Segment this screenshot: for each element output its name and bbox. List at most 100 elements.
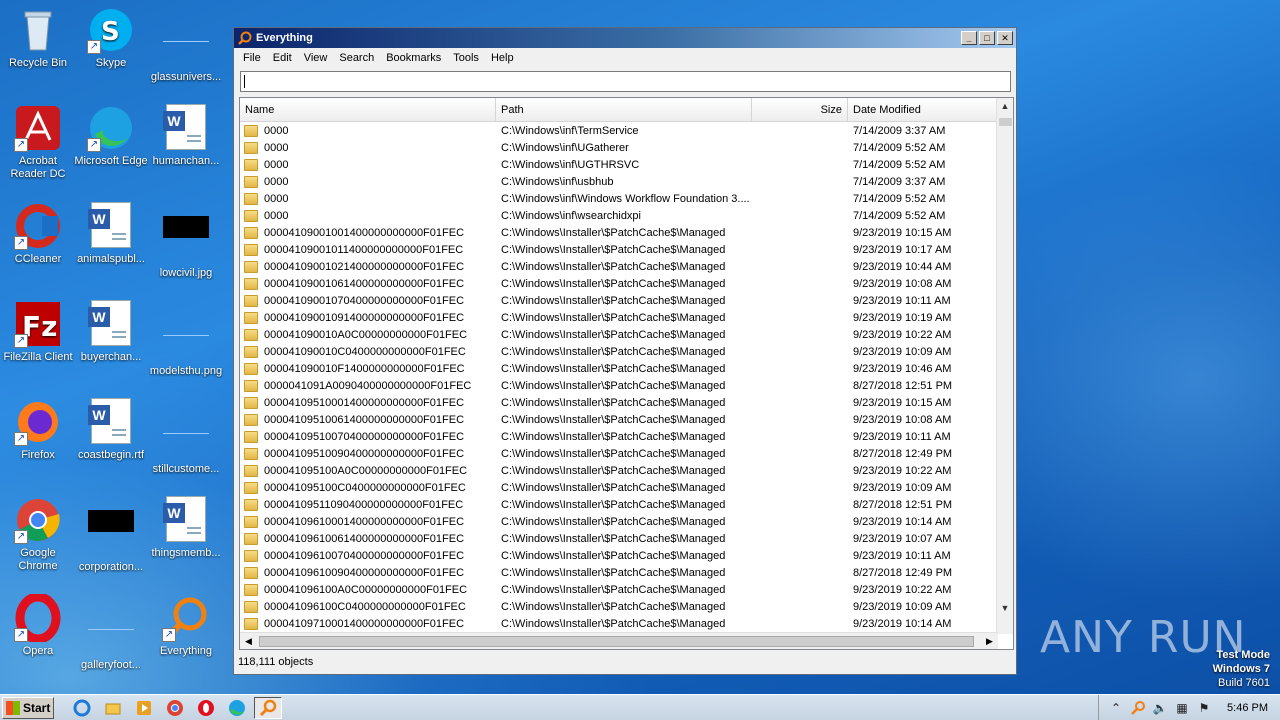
desktop-icon-recycle-bin[interactable]: Recycle Bin	[0, 6, 76, 70]
horizontal-scrollbar[interactable]: ◀ ▶	[240, 632, 998, 649]
cell-path: C:\Windows\Installer\$PatchCache$\Manage…	[501, 617, 726, 630]
table-row[interactable]: 00004109001070400000000000F01FEC C:\Windo…	[240, 292, 998, 309]
shortcut-arrow-icon: ↗	[14, 236, 28, 250]
table-row[interactable]: 00004109610001400000000000F01FEC C:\Windo…	[240, 513, 998, 530]
table-row[interactable]: 000041095100A0C00000000000F01FEC C:\Windo…	[240, 462, 998, 479]
table-row[interactable]: 00004109001011400000000000F01FEC C:\Windo…	[240, 241, 998, 258]
column-header-path[interactable]: Path	[496, 98, 752, 122]
table-row[interactable]: 0000041091A0090400000000000F01FEC C:\Wind…	[240, 377, 998, 394]
minimize-button[interactable]: _	[961, 31, 977, 45]
table-row[interactable]: 0000 C:\Windows\inf\wsearchidxpi 7/14/2009…	[240, 207, 998, 224]
desktop-icon-filezilla[interactable]: Fz ↗ FileZilla Client	[0, 300, 76, 364]
scroll-up-arrow-icon[interactable]: ▲	[997, 98, 1013, 115]
maximize-button[interactable]: □	[979, 31, 995, 45]
column-header-size[interactable]: Size	[752, 98, 848, 122]
table-row[interactable]: 00004109610070400000000000F01FEC C:\Windo…	[240, 547, 998, 564]
desktop-icon-stillcustome[interactable]: stillcustome...	[148, 398, 224, 476]
table-row[interactable]: 0000 C:\Windows\inf\TermService 7/14/2009 …	[240, 122, 998, 139]
taskbar-ie-icon[interactable]	[68, 697, 96, 719]
desktop-icon-lowcivil[interactable]: lowcivil.jpg	[148, 202, 224, 280]
table-row[interactable]: 00004109510061400000000000F01FEC C:\Windo…	[240, 411, 998, 428]
table-row[interactable]: 00004109001091400000000000F01FEC C:\Windo…	[240, 309, 998, 326]
desktop-icon-glassunivers[interactable]: glassunivers...	[148, 6, 224, 84]
table-row[interactable]: 00004109510070400000000000F01FEC C:\Windo…	[240, 428, 998, 445]
taskbar-clock[interactable]: 5:46 PM	[1215, 702, 1280, 714]
folder-icon	[244, 175, 258, 188]
start-button[interactable]: Start	[2, 696, 54, 719]
scroll-right-arrow-icon[interactable]: ▶	[981, 633, 998, 650]
column-header-name[interactable]: Name	[240, 98, 496, 122]
scroll-left-arrow-icon[interactable]: ◀	[240, 633, 257, 650]
taskbar-edge-icon[interactable]	[223, 697, 251, 719]
column-header-date-modified[interactable]: Date Modified	[848, 98, 998, 122]
table-row[interactable]: 0000 C:\Windows\inf\usbhub 7/14/2009 3:37 …	[240, 173, 998, 190]
table-row[interactable]: 0000 C:\Windows\inf\UGatherer 7/14/2009 5:…	[240, 139, 998, 156]
table-row[interactable]: 000041095100C0400000000000F01FEC C:\Windo…	[240, 479, 998, 496]
taskbar-media-player-icon[interactable]	[130, 697, 158, 719]
tray-action-center-flag-icon[interactable]: ⚑	[1195, 699, 1213, 717]
table-row[interactable]: 0000 C:\Windows\inf\Windows Workflow Foun…	[240, 190, 998, 207]
taskbar-everything-icon[interactable]	[254, 696, 282, 719]
table-row[interactable]: 00004109610090400000000000F01FEC C:\Windo…	[240, 564, 998, 581]
desktop-icon-chrome[interactable]: ↗ Google Chrome	[0, 496, 76, 573]
table-row[interactable]: 000041090010C0400000000000F01FEC C:\Windo…	[240, 343, 998, 360]
taskbar-opera-icon[interactable]	[192, 697, 220, 719]
menu-help[interactable]: Help	[485, 52, 520, 64]
tray-volume-icon[interactable]: 🔈	[1151, 699, 1169, 717]
desktop-icon-corporation[interactable]: corporation...	[73, 496, 149, 574]
window-titlebar[interactable]: Everything _ □ ✕	[234, 28, 1016, 48]
cell-path: C:\Windows\Installer\$PatchCache$\Manage…	[501, 464, 726, 477]
table-row[interactable]: 00004109510090400000000000F01FEC C:\Windo…	[240, 445, 998, 462]
ccleaner-icon: ↗	[14, 202, 62, 250]
desktop-icon-buyerchan[interactable]: W buyerchan...	[73, 300, 149, 364]
desktop-icon-skype[interactable]: S ↗ Skype	[73, 6, 149, 70]
taskbar-chrome-icon[interactable]	[161, 697, 189, 719]
table-row[interactable]: 000041090010A0C00000000000F01FEC C:\Windo…	[240, 326, 998, 343]
desktop-icon-thingsmemb[interactable]: W thingsmemb...	[148, 496, 224, 560]
menu-file[interactable]: File	[237, 52, 267, 64]
scroll-down-arrow-icon[interactable]: ▼	[997, 600, 1013, 617]
menu-search[interactable]: Search	[333, 52, 380, 64]
menu-view[interactable]: View	[298, 52, 334, 64]
desktop-icon-opera[interactable]: ↗ Opera	[0, 592, 76, 658]
table-row[interactable]: 00004109001001400000000000F01FEC C:\Windo…	[240, 224, 998, 241]
desktop-icon-galleryfoot[interactable]: galleryfoot...	[73, 594, 149, 672]
tray-network-icon[interactable]: ▦	[1173, 699, 1191, 717]
table-row[interactable]: 00004109511090400000000000F01FEC C:\Windo…	[240, 496, 998, 513]
taskbar-explorer-icon[interactable]	[99, 697, 127, 719]
tray-everything-icon[interactable]	[1129, 699, 1147, 717]
desktop-icon-everything[interactable]: ↗ Everything	[148, 594, 224, 658]
table-row[interactable]: 00004109001061400000000000F01FEC C:\Windo…	[240, 275, 998, 292]
table-row[interactable]: 00004109710001400000000000F01FEC C:\Windo…	[240, 615, 998, 632]
cell-date-modified: 9/23/2019 10:15 AM	[853, 226, 952, 239]
word-document-icon: W	[87, 300, 135, 348]
desktop-icon-humanchan[interactable]: W humanchan...	[148, 104, 224, 168]
menu-tools[interactable]: Tools	[447, 52, 485, 64]
table-row[interactable]: 000041096100C0400000000000F01FEC C:\Windo…	[240, 598, 998, 615]
desktop-icon-acrobat[interactable]: ↗ Acrobat Reader DC	[0, 104, 76, 181]
cell-name-text: 00004109001091400000000000F01FEC	[264, 311, 465, 324]
close-button[interactable]: ✕	[997, 31, 1013, 45]
desktop-icon-firefox[interactable]: ↗ Firefox	[0, 398, 76, 462]
table-row[interactable]: 000041090010F1400000000000F01FEC C:\Windo…	[240, 360, 998, 377]
desktop-icon-ccleaner[interactable]: ↗ CCleaner	[0, 202, 76, 266]
cell-path: C:\Windows\Installer\$PatchCache$\Manage…	[501, 515, 726, 528]
table-row[interactable]: 000041096100A0C00000000000F01FEC C:\Windo…	[240, 581, 998, 598]
menu-edit[interactable]: Edit	[267, 52, 298, 64]
desktop-icon-edge[interactable]: ↗ Microsoft Edge	[73, 104, 149, 168]
table-row[interactable]: 00004109001021400000000000F01FEC C:\Windo…	[240, 258, 998, 275]
menu-bookmarks[interactable]: Bookmarks	[380, 52, 447, 64]
desktop-icon-modelsthu[interactable]: modelsthu.png	[148, 300, 224, 378]
table-row[interactable]: 00004109610061400000000000F01FEC C:\Windo…	[240, 530, 998, 547]
word-document-icon: W	[87, 398, 135, 446]
desktop-icon-animalspubl[interactable]: W animalspubl...	[73, 202, 149, 266]
tray-expand-arrow-icon[interactable]: ⌃	[1107, 699, 1125, 717]
table-row[interactable]: 00004109510001400000000000F01FEC C:\Windo…	[240, 394, 998, 411]
search-input[interactable]	[240, 71, 1011, 92]
vertical-scrollbar[interactable]: ▲ ▼	[996, 98, 1013, 634]
table-row[interactable]: 0000 C:\Windows\inf\UGTHRSVC 7/14/2009 5:5…	[240, 156, 998, 173]
vertical-scroll-thumb[interactable]	[999, 118, 1012, 126]
cell-path: C:\Windows\Installer\$PatchCache$\Manage…	[501, 379, 726, 392]
desktop-icon-coastbegin[interactable]: W coastbegin.rtf	[73, 398, 149, 462]
horizontal-scroll-thumb[interactable]	[259, 636, 974, 647]
